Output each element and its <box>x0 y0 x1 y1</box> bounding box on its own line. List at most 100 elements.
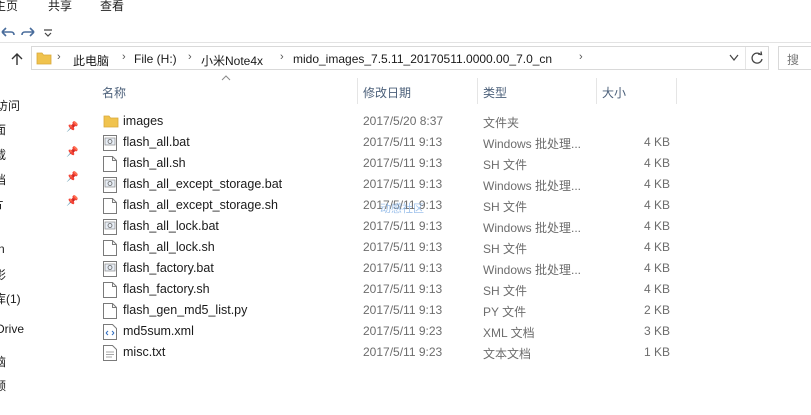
file-type: XML 文档 <box>483 326 535 340</box>
column-header-type[interactable]: 类型 <box>483 84 507 101</box>
chevron-right-icon[interactable]: › <box>280 51 284 63</box>
file-size: 1 KB <box>643 345 670 359</box>
chevron-right-icon[interactable]: › <box>57 51 61 63</box>
sidebar-item-downloads[interactable]: 载 <box>0 146 6 163</box>
chevron-right-icon[interactable]: › <box>188 51 192 63</box>
chevron-right-icon[interactable]: › <box>122 51 126 63</box>
sidebar-item-videos-2[interactable]: 频 <box>0 377 6 394</box>
chevron-down-icon[interactable] <box>729 54 739 62</box>
sidebar-item-onedrive[interactable]: Drive <box>0 322 24 336</box>
file-type: SH 文件 <box>483 158 528 172</box>
address-divider <box>745 47 746 69</box>
file-row[interactable]: images 2017/5/20 8:37 文件夹 <box>100 111 680 132</box>
file-row[interactable]: md5sum.xml 2017/5/11 9:23 XML 文档 3 KB <box>100 321 680 342</box>
file-type: SH 文件 <box>483 242 528 256</box>
batch-file-icon <box>103 177 117 193</box>
crumb-folder[interactable]: 小米Note4x <box>201 52 263 69</box>
file-type: Windows 批处理... <box>483 137 582 151</box>
column-header-name[interactable]: 名称 <box>102 84 126 101</box>
file-date: 2017/5/11 9:13 <box>363 261 443 275</box>
file-date: 2017/5/11 9:13 <box>363 282 443 296</box>
arrow-up-icon[interactable] <box>10 52 24 66</box>
batch-file-icon <box>103 219 117 235</box>
file-date: 2017/5/11 9:13 <box>363 240 443 254</box>
file-type: SH 文件 <box>483 200 528 214</box>
column-divider[interactable] <box>477 78 478 104</box>
file-icon <box>103 282 117 298</box>
pin-icon[interactable]: 📌 <box>66 196 78 207</box>
file-name: flash_all.bat <box>123 135 190 149</box>
file-date: 2017/5/11 9:13 <box>363 156 443 170</box>
file-row[interactable]: flash_all_except_storage.bat 2017/5/11 9:… <box>100 174 680 195</box>
file-size: 2 KB <box>643 303 670 317</box>
sort-ascending-icon <box>221 75 231 81</box>
redo-icon[interactable] <box>20 25 36 39</box>
pin-icon[interactable]: 📌 <box>66 122 78 133</box>
tab-share[interactable]: 共享 <box>48 0 72 14</box>
column-divider[interactable] <box>357 78 358 104</box>
file-row[interactable]: flash_all_lock.bat 2017/5/11 9:13 Windows … <box>100 216 680 237</box>
tab-home[interactable]: 主页 <box>0 0 18 14</box>
file-date: 2017/5/11 9:23 <box>363 324 443 338</box>
sidebar-item-desktop[interactable]: 面 <box>0 121 6 138</box>
text-file-icon <box>103 345 117 361</box>
chevron-right-icon[interactable]: › <box>579 51 583 63</box>
tab-view[interactable]: 查看 <box>100 0 124 14</box>
refresh-icon[interactable] <box>750 51 764 65</box>
column-header-date[interactable]: 修改日期 <box>363 84 411 101</box>
file-size: 4 KB <box>643 219 670 233</box>
folder-icon <box>36 52 52 65</box>
file-date: 2017/5/11 9:13 <box>363 177 443 191</box>
file-type: 文本文档 <box>483 347 532 361</box>
search-input[interactable]: 搜 <box>778 46 811 70</box>
batch-file-icon <box>103 261 117 277</box>
column-divider[interactable] <box>676 78 677 104</box>
file-row[interactable]: misc.txt 2017/5/11 9:23 文本文档 1 KB <box>100 342 680 363</box>
file-type: PY 文件 <box>483 305 527 319</box>
customize-dropdown-icon[interactable] <box>42 27 54 39</box>
file-name: md5sum.xml <box>123 324 194 338</box>
watermark: 动感社区 <box>380 203 424 215</box>
sidebar-item-documents[interactable]: 档 <box>0 171 6 188</box>
batch-file-icon <box>103 135 117 151</box>
sidebar-item-videos[interactable]: 影 <box>0 266 6 283</box>
file-row[interactable]: flash_gen_md5_list.py 2017/5/11 9:13 PY 文件… <box>100 300 680 321</box>
sidebar-item-quick-access[interactable]: 访问 <box>0 97 20 114</box>
file-size: 4 KB <box>643 177 670 191</box>
file-type: 文件夹 <box>483 116 520 130</box>
crumb-drive[interactable]: File (H:) <box>134 52 177 66</box>
file-size: 4 KB <box>643 261 670 275</box>
address-bar[interactable]: › 此电脑 › File (H:) › 小米Note4x › mido_imag… <box>31 46 769 70</box>
column-header-size[interactable]: 大小 <box>602 84 626 101</box>
file-type: Windows 批处理... <box>483 221 582 235</box>
file-row[interactable]: flash_all.sh 2017/5/11 9:13 SH 文件 4 KB <box>100 153 680 174</box>
file-name: flash_factory.sh <box>123 282 210 296</box>
pin-icon[interactable]: 📌 <box>66 147 78 158</box>
file-name: flash_all.sh <box>123 156 186 170</box>
xml-file-icon <box>103 324 117 340</box>
file-name: flash_all_lock.sh <box>123 240 215 254</box>
undo-icon[interactable] <box>0 25 16 39</box>
file-row[interactable]: flash_factory.bat 2017/5/11 9:13 Windows 批… <box>100 258 680 279</box>
pin-icon[interactable]: 📌 <box>66 172 78 183</box>
file-row[interactable]: flash_all_lock.sh 2017/5/11 9:13 SH 文件 4 KB <box>100 237 680 258</box>
sidebar-item-pictures[interactable]: 片 <box>0 195 4 212</box>
file-date: 2017/5/20 8:37 <box>363 114 444 128</box>
sidebar-item-library[interactable]: 库(1) <box>0 290 21 307</box>
sidebar-item-this-pc[interactable]: 脑 <box>0 353 6 370</box>
search-placeholder: 搜 <box>787 53 800 67</box>
file-type: Windows 批处理... <box>483 179 582 193</box>
file-name: images <box>123 114 164 128</box>
file-name: misc.txt <box>123 345 166 359</box>
file-size: 3 KB <box>643 324 670 338</box>
file-date: 2017/5/11 9:23 <box>363 345 443 359</box>
file-name: flash_gen_md5_list.py <box>123 303 248 317</box>
file-icon <box>103 156 117 172</box>
file-row[interactable]: flash_all.bat 2017/5/11 9:13 Windows 批处理..… <box>100 132 680 153</box>
sidebar-item-n[interactable]: n <box>0 242 5 256</box>
crumb-current[interactable]: mido_images_7.5.11_20170511.0000.00_7.0_… <box>293 52 552 66</box>
file-date: 2017/5/11 9:13 <box>363 219 443 233</box>
crumb-this-pc[interactable]: 此电脑 <box>73 52 109 69</box>
column-divider[interactable] <box>596 78 597 104</box>
file-row[interactable]: flash_factory.sh 2017/5/11 9:13 SH 文件 4 KB <box>100 279 680 300</box>
